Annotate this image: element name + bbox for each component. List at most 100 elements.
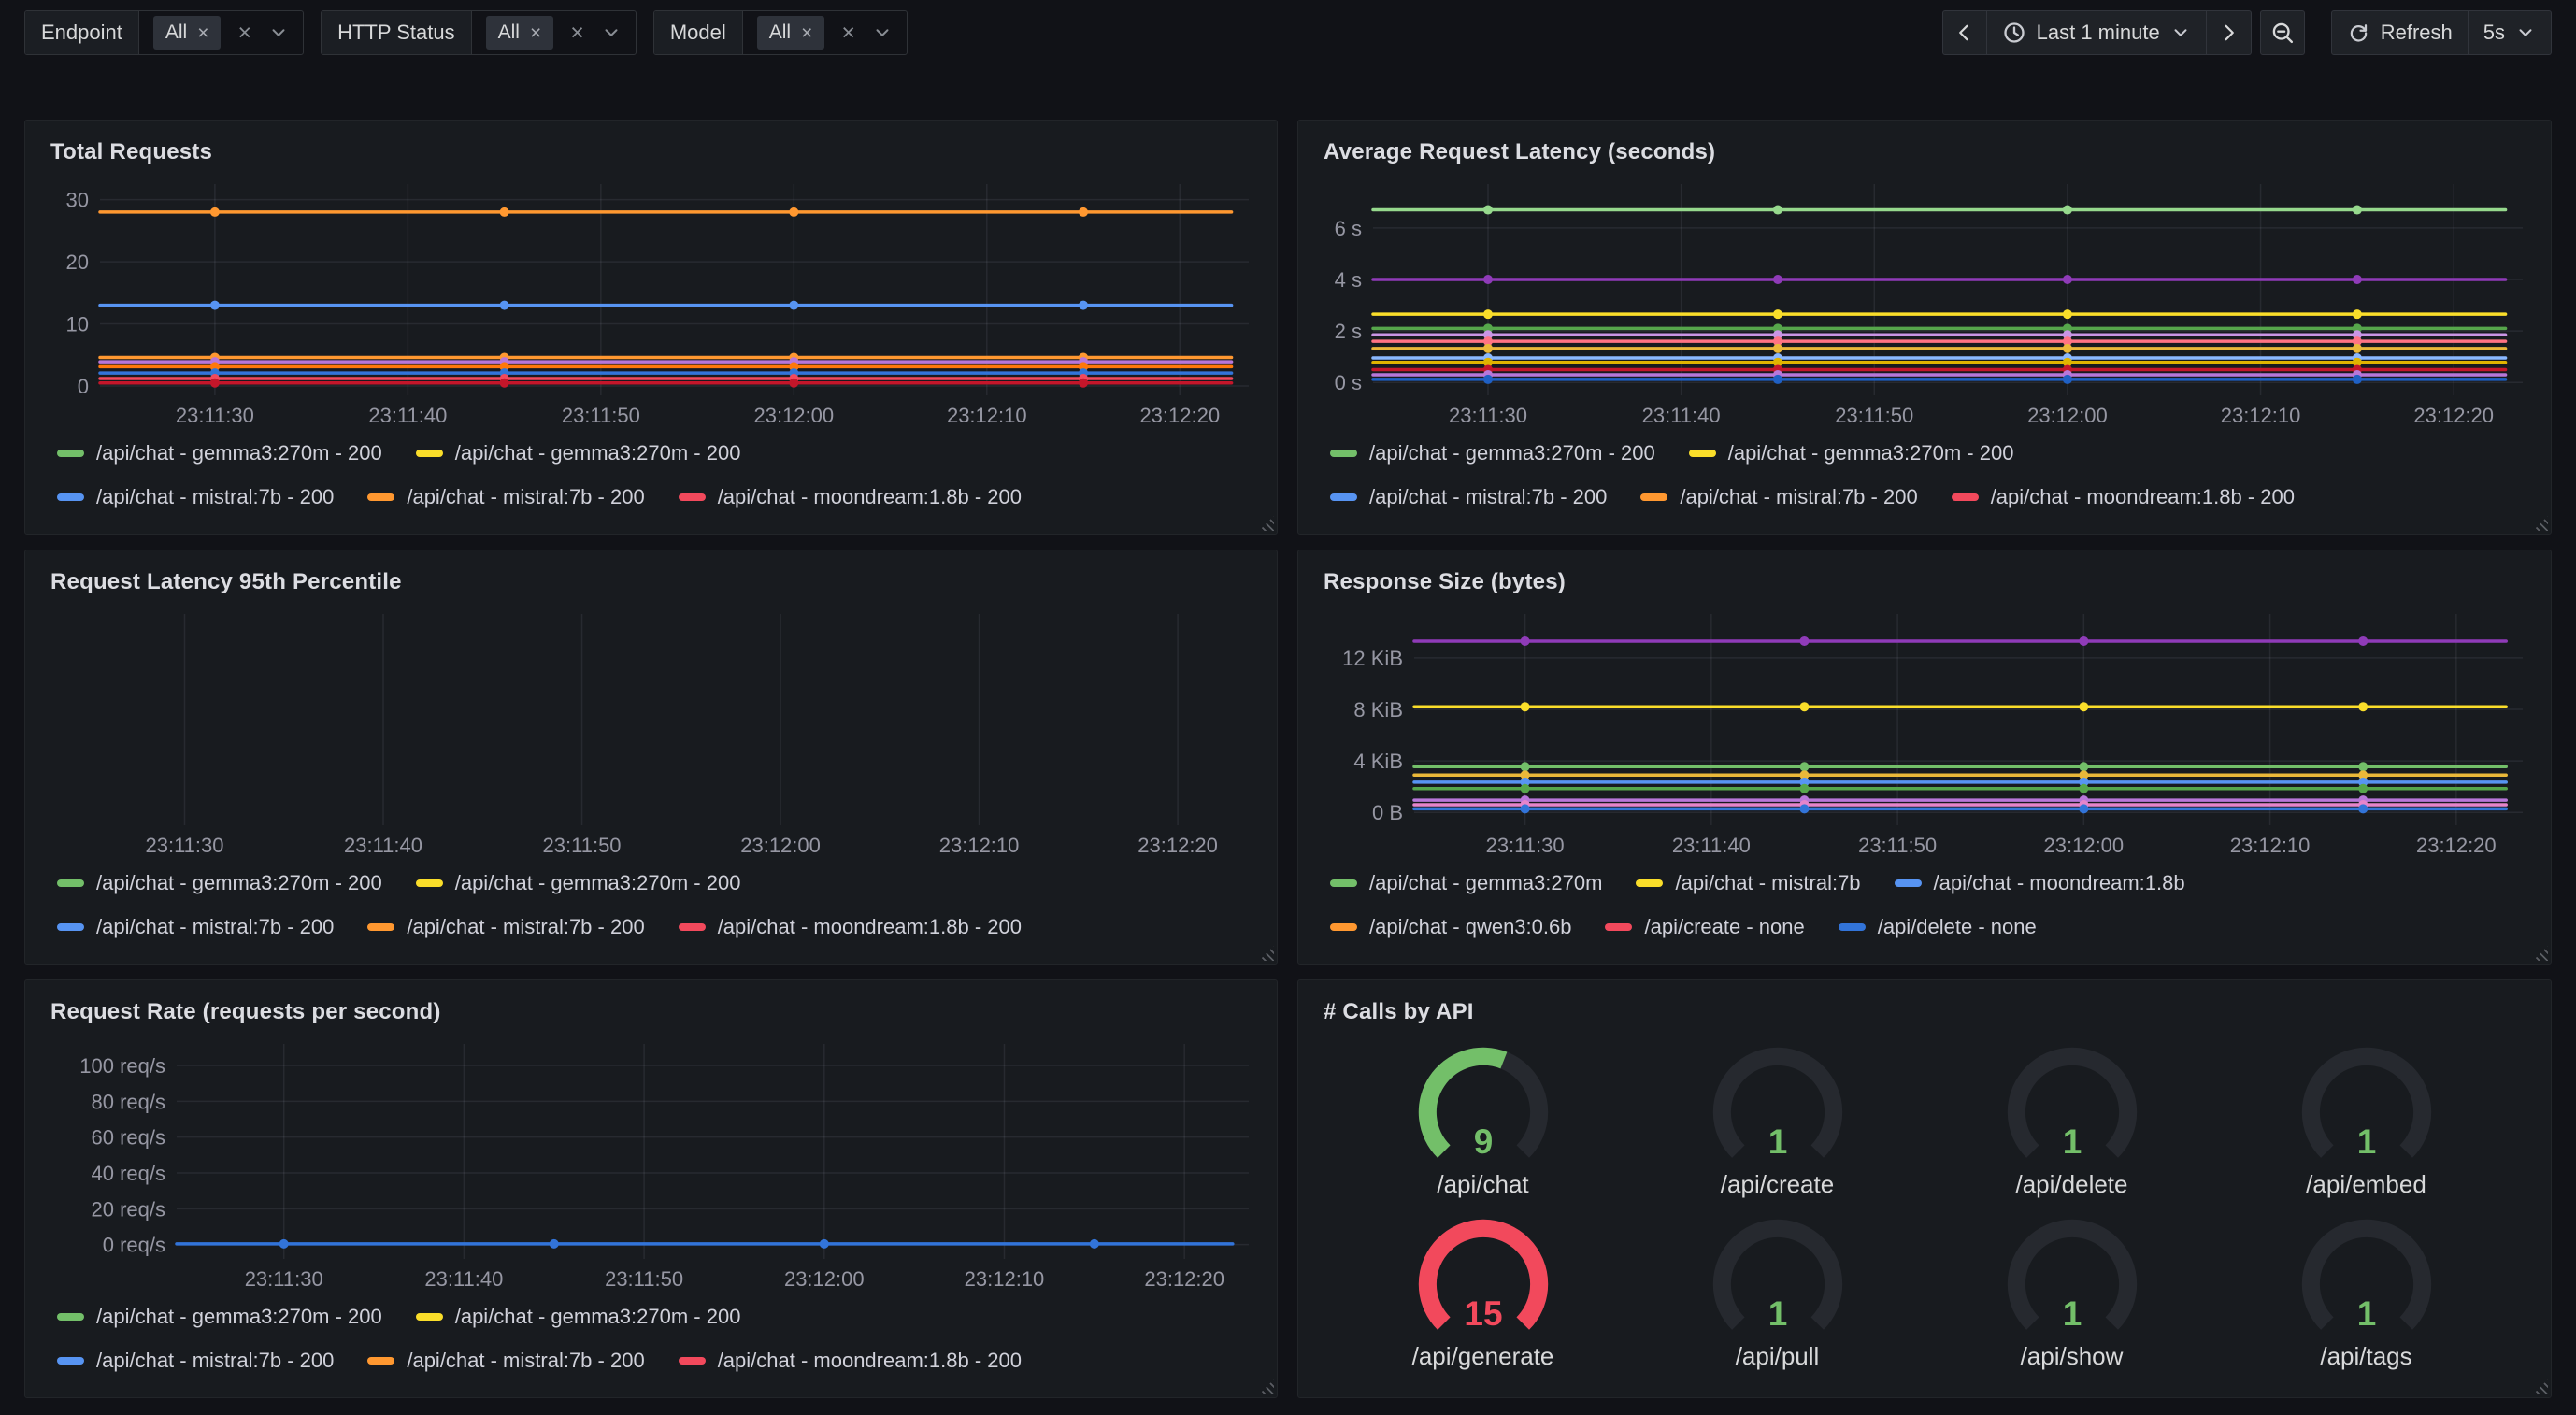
legend-item[interactable]: /api/chat - gemma3:270m - 200: [57, 871, 382, 895]
refresh-interval-select[interactable]: 5s: [2469, 10, 2552, 55]
zoom-out-button[interactable]: [2260, 10, 2305, 55]
filter-chip-model[interactable]: All×: [757, 16, 825, 50]
series-point-marker: [789, 207, 798, 217]
legend-item[interactable]: /api/chat - mistral:7b - 200: [367, 915, 644, 939]
legend-item[interactable]: /api/chat - mistral:7b - 200: [367, 485, 644, 509]
x-axis-tick-label: 23:12:20: [1138, 834, 1218, 857]
chart-response-size[interactable]: 0 B4 KiB8 KiB12 KiB23:11:3023:11:4023:11…: [1313, 607, 2536, 859]
x-axis-tick-label: 23:12:20: [2416, 834, 2497, 857]
clock-icon: [2002, 21, 2026, 45]
series-point-marker: [1483, 344, 1493, 353]
legend-series-color-chip: [416, 450, 443, 457]
legend-series-label: /api/chat - gemma3:270m - 200: [96, 1305, 382, 1329]
panel-title-total-requests[interactable]: Total Requests: [25, 128, 1277, 169]
legend-item[interactable]: /api/chat - moondream:1.8b - 200: [1952, 485, 2295, 509]
y-axis-tick-label: 0: [78, 375, 89, 398]
legend-item[interactable]: /api/chat - gemma3:270m - 200: [416, 1305, 741, 1329]
legend-item[interactable]: /api/chat - mistral:7b - 200: [57, 485, 334, 509]
filter-clear-icon[interactable]: ×: [570, 21, 584, 45]
legend-item[interactable]: /api/create - none: [1605, 915, 1804, 939]
timeseries-plot[interactable]: 0 B4 KiB8 KiB12 KiB23:11:3023:11:4023:11…: [1313, 607, 2536, 859]
series-point-marker: [1521, 702, 1530, 711]
legend-series-color-chip: [1330, 923, 1357, 931]
legend-item[interactable]: /api/chat - qwen3:0.6b: [1330, 915, 1571, 939]
legend-item[interactable]: /api/chat - gemma3:270m: [1330, 871, 1602, 895]
panel-title-response-size[interactable]: Response Size (bytes): [1298, 558, 2551, 599]
y-axis-tick-label: 4 KiB: [1353, 750, 1403, 773]
y-axis-tick-label: 12 KiB: [1342, 647, 1403, 670]
filter-clear-icon[interactable]: ×: [237, 21, 251, 45]
series-point-marker: [1773, 344, 1782, 353]
zoom-out-icon: [2270, 21, 2295, 45]
series-point-marker: [820, 1239, 829, 1249]
legend-item[interactable]: /api/chat - mistral:7b - 200: [1640, 485, 1917, 509]
gauge-label: /api/delete: [2016, 1170, 2128, 1199]
x-axis-tick-label: 23:12:00: [784, 1267, 865, 1291]
x-axis-tick-label: 23:11:30: [1449, 404, 1527, 427]
filter-value-model[interactable]: All××: [743, 11, 907, 54]
legend-item[interactable]: /api/chat - gemma3:270m - 200: [57, 441, 382, 465]
filter-value-endpoint[interactable]: All××: [139, 11, 303, 54]
legend-item[interactable]: /api/chat - gemma3:270m - 200: [1330, 441, 1655, 465]
legend-item[interactable]: /api/chat - moondream:1.8b: [1895, 871, 2185, 895]
panel-response-size: Response Size (bytes) 0 B4 KiB8 KiB12 KiB…: [1297, 550, 2552, 965]
gauge-api-pull: 1/api/pull: [1682, 1215, 1874, 1371]
legend-item[interactable]: /api/chat - moondream:1.8b - 200: [679, 1349, 1022, 1373]
panel-title-avg-latency[interactable]: Average Request Latency (seconds): [1298, 128, 2551, 169]
refresh-button[interactable]: Refresh: [2331, 10, 2469, 55]
chart-latency-p95[interactable]: 23:11:3023:11:4023:11:5023:12:0023:12:10…: [40, 607, 1262, 859]
legend-series-label: /api/chat - gemma3:270m - 200: [455, 1305, 741, 1329]
legend-item[interactable]: /api/delete - none: [1839, 915, 2037, 939]
legend-item[interactable]: /api/chat - mistral:7b - 200: [57, 1349, 334, 1373]
panel-title-latency-p95[interactable]: Request Latency 95th Percentile: [25, 558, 1277, 599]
legend-item[interactable]: /api/chat - mistral:7b - 200: [367, 1349, 644, 1373]
timeseries-plot[interactable]: 0 req/s20 req/s40 req/s60 req/s80 req/s1…: [40, 1036, 1262, 1293]
legend-item[interactable]: /api/chat - mistral:7b - 200: [57, 915, 334, 939]
time-range-picker[interactable]: Last 1 minute: [1987, 10, 2207, 55]
chip-remove-icon[interactable]: ×: [197, 23, 208, 43]
x-axis-tick-label: 23:11:40: [1642, 404, 1721, 427]
legend-item[interactable]: /api/chat - gemma3:270m - 200: [416, 871, 741, 895]
series-point-marker: [2353, 206, 2362, 215]
panel-title-calls-by-api[interactable]: # Calls by API: [1298, 988, 2551, 1029]
chip-remove-icon[interactable]: ×: [801, 23, 812, 43]
timeseries-plot[interactable]: 23:11:3023:11:4023:11:5023:12:0023:12:10…: [40, 607, 1262, 859]
filter-value-http-status[interactable]: All××: [472, 11, 636, 54]
series-point-marker: [1521, 762, 1530, 771]
filter-chip-endpoint[interactable]: All×: [153, 16, 222, 50]
legend-item[interactable]: /api/chat - moondream:1.8b - 200: [679, 915, 1022, 939]
chart-request-rate[interactable]: 0 req/s20 req/s40 req/s60 req/s80 req/s1…: [40, 1036, 1262, 1293]
filter-chip-http-status[interactable]: All×: [486, 16, 554, 50]
time-picker-group: Last 1 minute: [1942, 10, 2252, 55]
legend-series-label: /api/chat - moondream:1.8b: [1934, 871, 2185, 895]
legend-item[interactable]: /api/chat - gemma3:270m - 200: [416, 441, 741, 465]
panel-avg-latency: Average Request Latency (seconds)0 s2 s4…: [1297, 120, 2552, 535]
chart-avg-latency[interactable]: 0 s2 s4 s6 s23:11:3023:11:4023:11:5023:1…: [1313, 177, 2536, 429]
time-back-button[interactable]: [1942, 10, 1987, 55]
legend-item[interactable]: /api/chat - gemma3:270m - 200: [1689, 441, 2014, 465]
chip-remove-icon[interactable]: ×: [530, 23, 541, 43]
time-forward-button[interactable]: [2207, 10, 2252, 55]
timeseries-plot[interactable]: 0 s2 s4 s6 s23:11:3023:11:4023:11:5023:1…: [1313, 177, 2536, 429]
x-axis-tick-label: 23:11:30: [176, 404, 254, 427]
series-point-marker: [2358, 702, 2368, 711]
y-axis-tick-label: 10: [66, 313, 89, 336]
gauge-value: 1: [2062, 1294, 2082, 1333]
legend-item[interactable]: /api/chat - gemma3:270m - 200: [57, 1305, 382, 1329]
legend-item[interactable]: /api/chat - moondream:1.8b - 200: [679, 485, 1022, 509]
legend-item[interactable]: /api/chat - mistral:7b - 200: [1330, 485, 1607, 509]
series-point-marker: [210, 207, 220, 217]
series-point-marker: [2079, 784, 2088, 793]
refresh-icon: [2347, 21, 2370, 45]
legend-series-color-chip: [57, 923, 84, 931]
series-point-marker: [550, 1239, 559, 1249]
legend-series-color-chip: [1640, 493, 1667, 501]
chart-total-requests[interactable]: 010203023:11:3023:11:4023:11:5023:12:002…: [40, 177, 1262, 429]
legend-item[interactable]: /api/chat - mistral:7b: [1636, 871, 1860, 895]
x-axis-tick-label: 23:12:20: [1144, 1267, 1224, 1291]
legend-series-label: /api/chat - moondream:1.8b - 200: [718, 1349, 1022, 1373]
panel-title-request-rate[interactable]: Request Rate (requests per second): [25, 988, 1277, 1029]
filter-clear-icon[interactable]: ×: [841, 21, 855, 45]
series-point-marker: [1799, 702, 1809, 711]
timeseries-plot[interactable]: 010203023:11:3023:11:4023:11:5023:12:002…: [40, 177, 1262, 429]
